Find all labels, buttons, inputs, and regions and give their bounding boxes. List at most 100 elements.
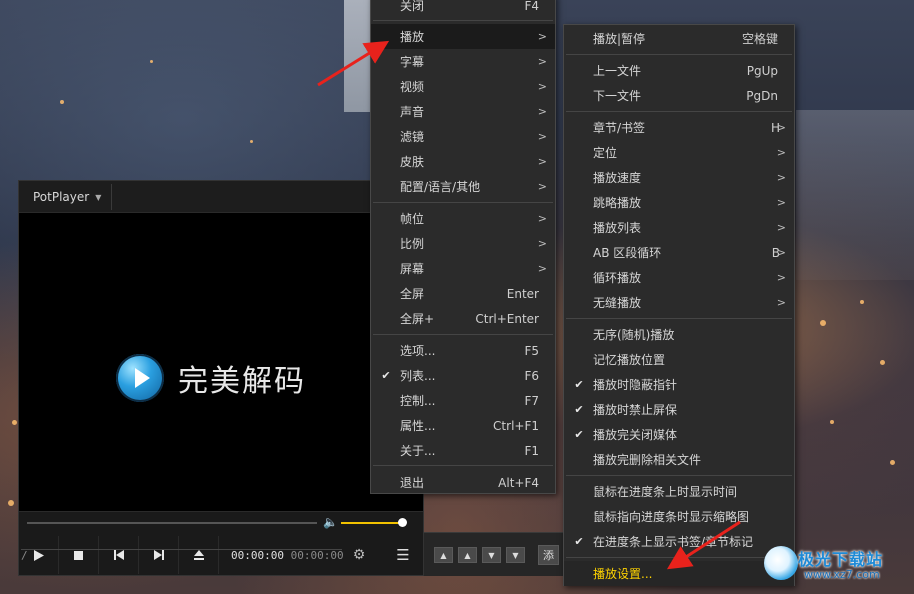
main-menu-item-label: 字幕	[400, 55, 425, 69]
main-menu-item[interactable]: 声音 >	[371, 99, 555, 124]
main-menu-item-shortcut: F4	[524, 0, 539, 13]
main-menu-item[interactable]: 全屏 Enter	[371, 281, 555, 306]
main-menu-item[interactable]: 配置/语言/其他 >	[371, 174, 555, 199]
chevron-right-icon: >	[776, 296, 786, 309]
main-menu-item[interactable]: 控制... F7	[371, 388, 555, 413]
seek-bar[interactable]	[27, 522, 317, 524]
play-submenu-item-label: 无序(随机)播放	[593, 328, 675, 342]
play-submenu-item[interactable]: 记忆播放位置	[564, 347, 794, 372]
play-submenu-item[interactable]: 播放|暂停 空格键	[564, 26, 794, 51]
eject-button[interactable]	[179, 536, 219, 574]
menu-button[interactable]: ☰	[391, 536, 415, 574]
chevron-right-icon: >	[776, 271, 786, 284]
watermark-name: 极光下载站	[798, 550, 884, 569]
main-menu-item[interactable]: 退出 Alt+F4	[371, 470, 555, 495]
menu-separator	[373, 334, 553, 335]
main-menu-item[interactable]: 视频 >	[371, 74, 555, 99]
player-logo: 完美解码	[116, 354, 306, 402]
main-menu-item[interactable]: 比例 >	[371, 231, 555, 256]
video-area[interactable]: 完美解码	[19, 213, 423, 513]
play-submenu-item[interactable]: 播放列表 >	[564, 215, 794, 240]
previous-button[interactable]	[99, 536, 139, 574]
brand-menu-button[interactable]: PotPlayer ▼	[23, 184, 113, 210]
chevron-right-icon: >	[537, 212, 547, 225]
play-submenu-item-label: 章节/书签	[593, 121, 646, 135]
chevron-right-icon: >	[537, 180, 547, 193]
settings-button[interactable]: ⚙	[348, 536, 370, 574]
play-submenu-item-label: 定位	[593, 146, 618, 160]
main-menu-item[interactable]: ✔ 列表... F6	[371, 363, 555, 388]
add-button[interactable]: 添	[538, 545, 559, 565]
main-menu-item[interactable]: 关于... F1	[371, 438, 555, 463]
main-menu-item[interactable]: 关闭 F4	[371, 0, 555, 18]
main-menu-item[interactable]: 播放 >	[371, 24, 555, 49]
move-down-button[interactable]: ▼	[482, 547, 501, 563]
main-menu-item[interactable]: 皮肤 >	[371, 149, 555, 174]
next-icon	[153, 550, 164, 560]
play-submenu-item[interactable]: 播放速度 >	[564, 165, 794, 190]
play-submenu-item[interactable]: 无缝播放 >	[564, 290, 794, 315]
play-submenu: 播放|暂停 空格键 上一文件 PgUp 下一文件 PgDn 章节/书签 H > 定位 > 播放速度 > 跳…	[563, 24, 795, 586]
main-menu-item-label: 选项...	[400, 344, 436, 358]
wallpaper-highlight	[796, 110, 914, 280]
move-top-button[interactable]: ▲	[434, 547, 453, 563]
play-submenu-item[interactable]: 上一文件 PgUp	[564, 58, 794, 83]
wallpaper-light	[830, 420, 834, 424]
main-menu-item-label: 列表...	[400, 369, 436, 383]
play-submenu-item[interactable]: ✔ 播放时禁止屏保	[564, 397, 794, 422]
move-up-button[interactable]: ▲	[458, 547, 477, 563]
main-menu-item[interactable]: 滤镜 >	[371, 124, 555, 149]
play-submenu-item[interactable]: 鼠标在进度条上时显示时间	[564, 479, 794, 504]
wallpaper-light	[250, 140, 253, 143]
play-submenu-item-label: 播放时隐蔽指针	[593, 378, 678, 392]
move-top-icon: ▲	[440, 550, 447, 560]
menu-separator	[566, 111, 792, 112]
main-menu-item[interactable]: 屏幕 >	[371, 256, 555, 281]
play-submenu-item[interactable]: 下一文件 PgDn	[564, 83, 794, 108]
main-menu-item[interactable]: 属性... Ctrl+F1	[371, 413, 555, 438]
play-submenu-item-label: AB 区段循环	[593, 246, 662, 260]
control-bar: 🔈 00:00:00 / 00:00:00 ⚙ ☰	[19, 511, 423, 575]
main-menu-item[interactable]: 选项... F5	[371, 338, 555, 363]
play-submenu-item[interactable]: 章节/书签 H >	[564, 115, 794, 140]
move-bottom-button[interactable]: ▼	[506, 547, 525, 563]
play-submenu-item-label: 下一文件	[593, 89, 642, 103]
play-icon	[33, 549, 44, 561]
main-menu-item-label: 帧位	[400, 212, 425, 226]
player-titlebar: PotPlayer ▼	[19, 181, 423, 213]
play-submenu-item-label: 鼠标在进度条上时显示时间	[593, 485, 738, 499]
play-submenu-item[interactable]: 无序(随机)播放	[564, 322, 794, 347]
stop-icon	[74, 550, 83, 560]
wallpaper-light	[150, 60, 153, 63]
play-submenu-item[interactable]: 跳略播放 >	[564, 190, 794, 215]
move-up-icon: ▲	[464, 550, 471, 560]
play-submenu-item[interactable]: 鼠标指向进度条时显示缩略图	[564, 504, 794, 529]
main-menu-item-label: 全屏+	[400, 312, 435, 326]
main-menu-item-label: 声音	[400, 105, 425, 119]
play-submenu-item[interactable]: 定位 >	[564, 140, 794, 165]
main-menu-item[interactable]: 帧位 >	[371, 206, 555, 231]
play-submenu-item[interactable]: ✔ 播放完关闭媒体	[564, 422, 794, 447]
chevron-right-icon: >	[537, 30, 547, 43]
play-submenu-item[interactable]: 循环播放 >	[564, 265, 794, 290]
chevron-right-icon: >	[537, 105, 547, 118]
next-button[interactable]	[139, 536, 179, 574]
volume-slider[interactable]	[341, 522, 405, 524]
main-menu-item[interactable]: 字幕 >	[371, 49, 555, 74]
menu-separator	[373, 465, 553, 466]
chevron-right-icon: >	[776, 196, 786, 209]
play-submenu-item[interactable]: 播放完删除相关文件	[564, 447, 794, 472]
main-menu-item[interactable]: 全屏+ Ctrl+Enter	[371, 306, 555, 331]
play-logo-icon	[116, 354, 164, 402]
stop-button[interactable]	[59, 536, 99, 574]
play-submenu-item[interactable]: ✔ 播放时隐蔽指针	[564, 372, 794, 397]
site-watermark: 极光下载站 www.xz7.com	[760, 540, 910, 590]
play-submenu-item[interactable]: AB 区段循环 B >	[564, 240, 794, 265]
volume-knob[interactable]	[397, 518, 407, 527]
menu-separator	[566, 475, 792, 476]
play-submenu-item-label: 记忆播放位置	[593, 353, 666, 367]
previous-icon	[113, 550, 124, 560]
time-display: 00:00:00 / 00:00:00	[21, 548, 344, 562]
volume-icon[interactable]: 🔈	[323, 515, 338, 529]
total-time: 00:00:00	[290, 548, 344, 562]
